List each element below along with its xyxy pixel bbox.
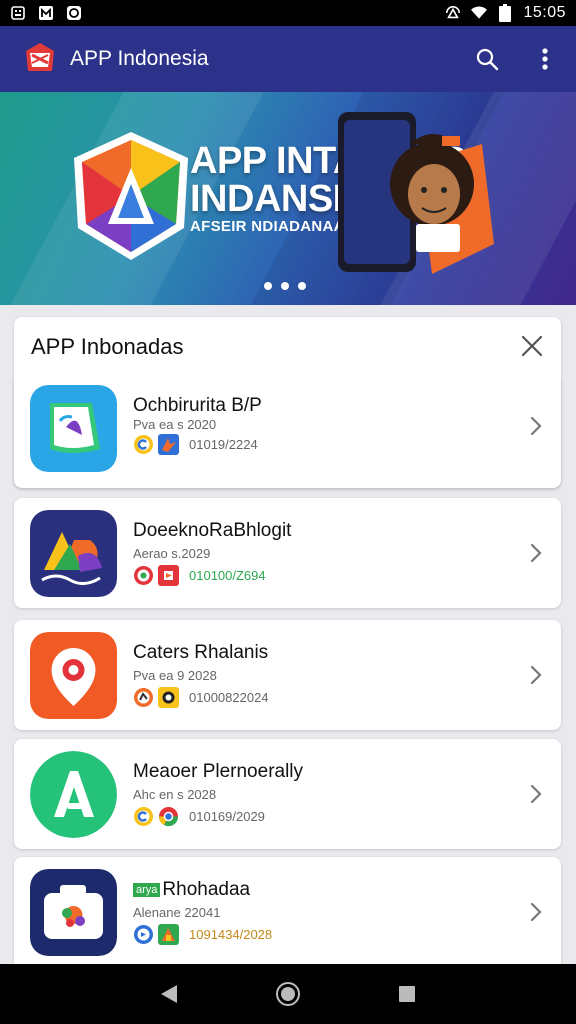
sim-icon [10,5,26,21]
list-item[interactable]: Caters Rhalanis Pva ea 9 2028 0100082202… [14,620,561,730]
app-date: Pva ea 9 2028 [133,668,217,683]
chevron-right-icon [529,415,543,437]
panel-title: APP Inbonadas [31,334,184,359]
app-logo-icon [20,39,60,79]
app-code: 01000822024 [189,690,269,705]
list-item[interactable]: Ochbirurita B/P Pva ea s 2020 01019/2224 [14,377,561,488]
chevron-right-icon [529,542,543,564]
app-icon [30,869,117,956]
app-name: Meaoer Plernoerally [133,761,304,782]
home-icon[interactable] [268,974,308,1014]
hotspot-icon [445,5,461,21]
app-name-row: arya Rhohadaa [133,879,250,901]
app-date: Ahc en s 2028 [133,787,217,802]
pager-dot[interactable] [281,282,289,290]
list-item[interactable]: Meaoer Plernoerally Ahc en s 2028 010169… [14,739,561,849]
app-icon [30,510,117,597]
banner-subtitle: AFSEIR NDIADANAA [190,218,345,235]
app-code: 1091434/2028 [189,927,273,942]
banner-logo-icon [66,128,196,264]
back-icon[interactable] [149,974,189,1014]
chevron-right-icon [529,664,543,686]
category-badge-icon [158,924,179,945]
more-vert-icon[interactable] [530,44,560,74]
pager-dot[interactable] [298,282,306,290]
app-icon [30,632,117,719]
app-name-prefix: arya [133,883,161,897]
app-name: Rhohadaa [162,879,251,900]
list-item[interactable]: DoeeknoRaBhlogit Aerao s.2029 010100/Z69… [14,498,561,608]
notification-icon [66,5,82,21]
rating-badge-icon [133,565,154,586]
app-icon [30,751,117,838]
app-code: 010100/Z694 [189,568,266,583]
list-item[interactable]: arya Rhohadaa Alenane 22041 1091434/2028 [14,857,561,965]
wifi-icon [471,5,488,21]
camera-badge-icon [158,687,179,708]
app-date: Pva ea s 2020 [133,417,217,432]
app-date: Alenane 22041 [133,905,221,920]
app-date: Aerao s.2029 [133,546,211,561]
status-bar: 15:05 [0,0,576,26]
phone-illustration [332,104,502,289]
close-icon[interactable] [519,333,545,359]
app-bar: APP Indonesia [0,26,576,92]
system-nav-bar [0,964,576,1024]
app-name: Ochbirurita B/P [133,395,262,416]
play-badge-icon [158,565,179,586]
category-badge-icon [158,434,179,455]
app-name: DoeeknoRaBhlogit [133,520,292,541]
app-name: Caters Rhalanis [133,642,269,663]
app-icon [30,385,117,472]
recents-icon[interactable] [387,974,427,1014]
app-title: APP Indonesia [70,47,209,70]
app-code: 010169/2029 [189,809,265,824]
chevron-right-icon [529,783,543,805]
chrome-badge-icon [158,806,179,827]
pager-dot[interactable] [264,282,272,290]
status-time: 15:05 [523,4,566,21]
notification-icon [38,5,54,21]
rating-badge-icon [133,687,154,708]
battery-icon [497,4,513,22]
search-icon[interactable] [472,44,502,74]
rating-badge-icon [133,924,154,945]
chevron-right-icon [529,901,543,923]
rating-badge-icon [133,806,154,827]
promo-banner[interactable]: APP INTANDAP INDANSIA AFSEIR NDIADANAA [0,92,576,305]
app-code: 01019/2224 [189,437,258,452]
banner-pager[interactable] [264,282,306,290]
rating-badge-icon [133,434,154,455]
